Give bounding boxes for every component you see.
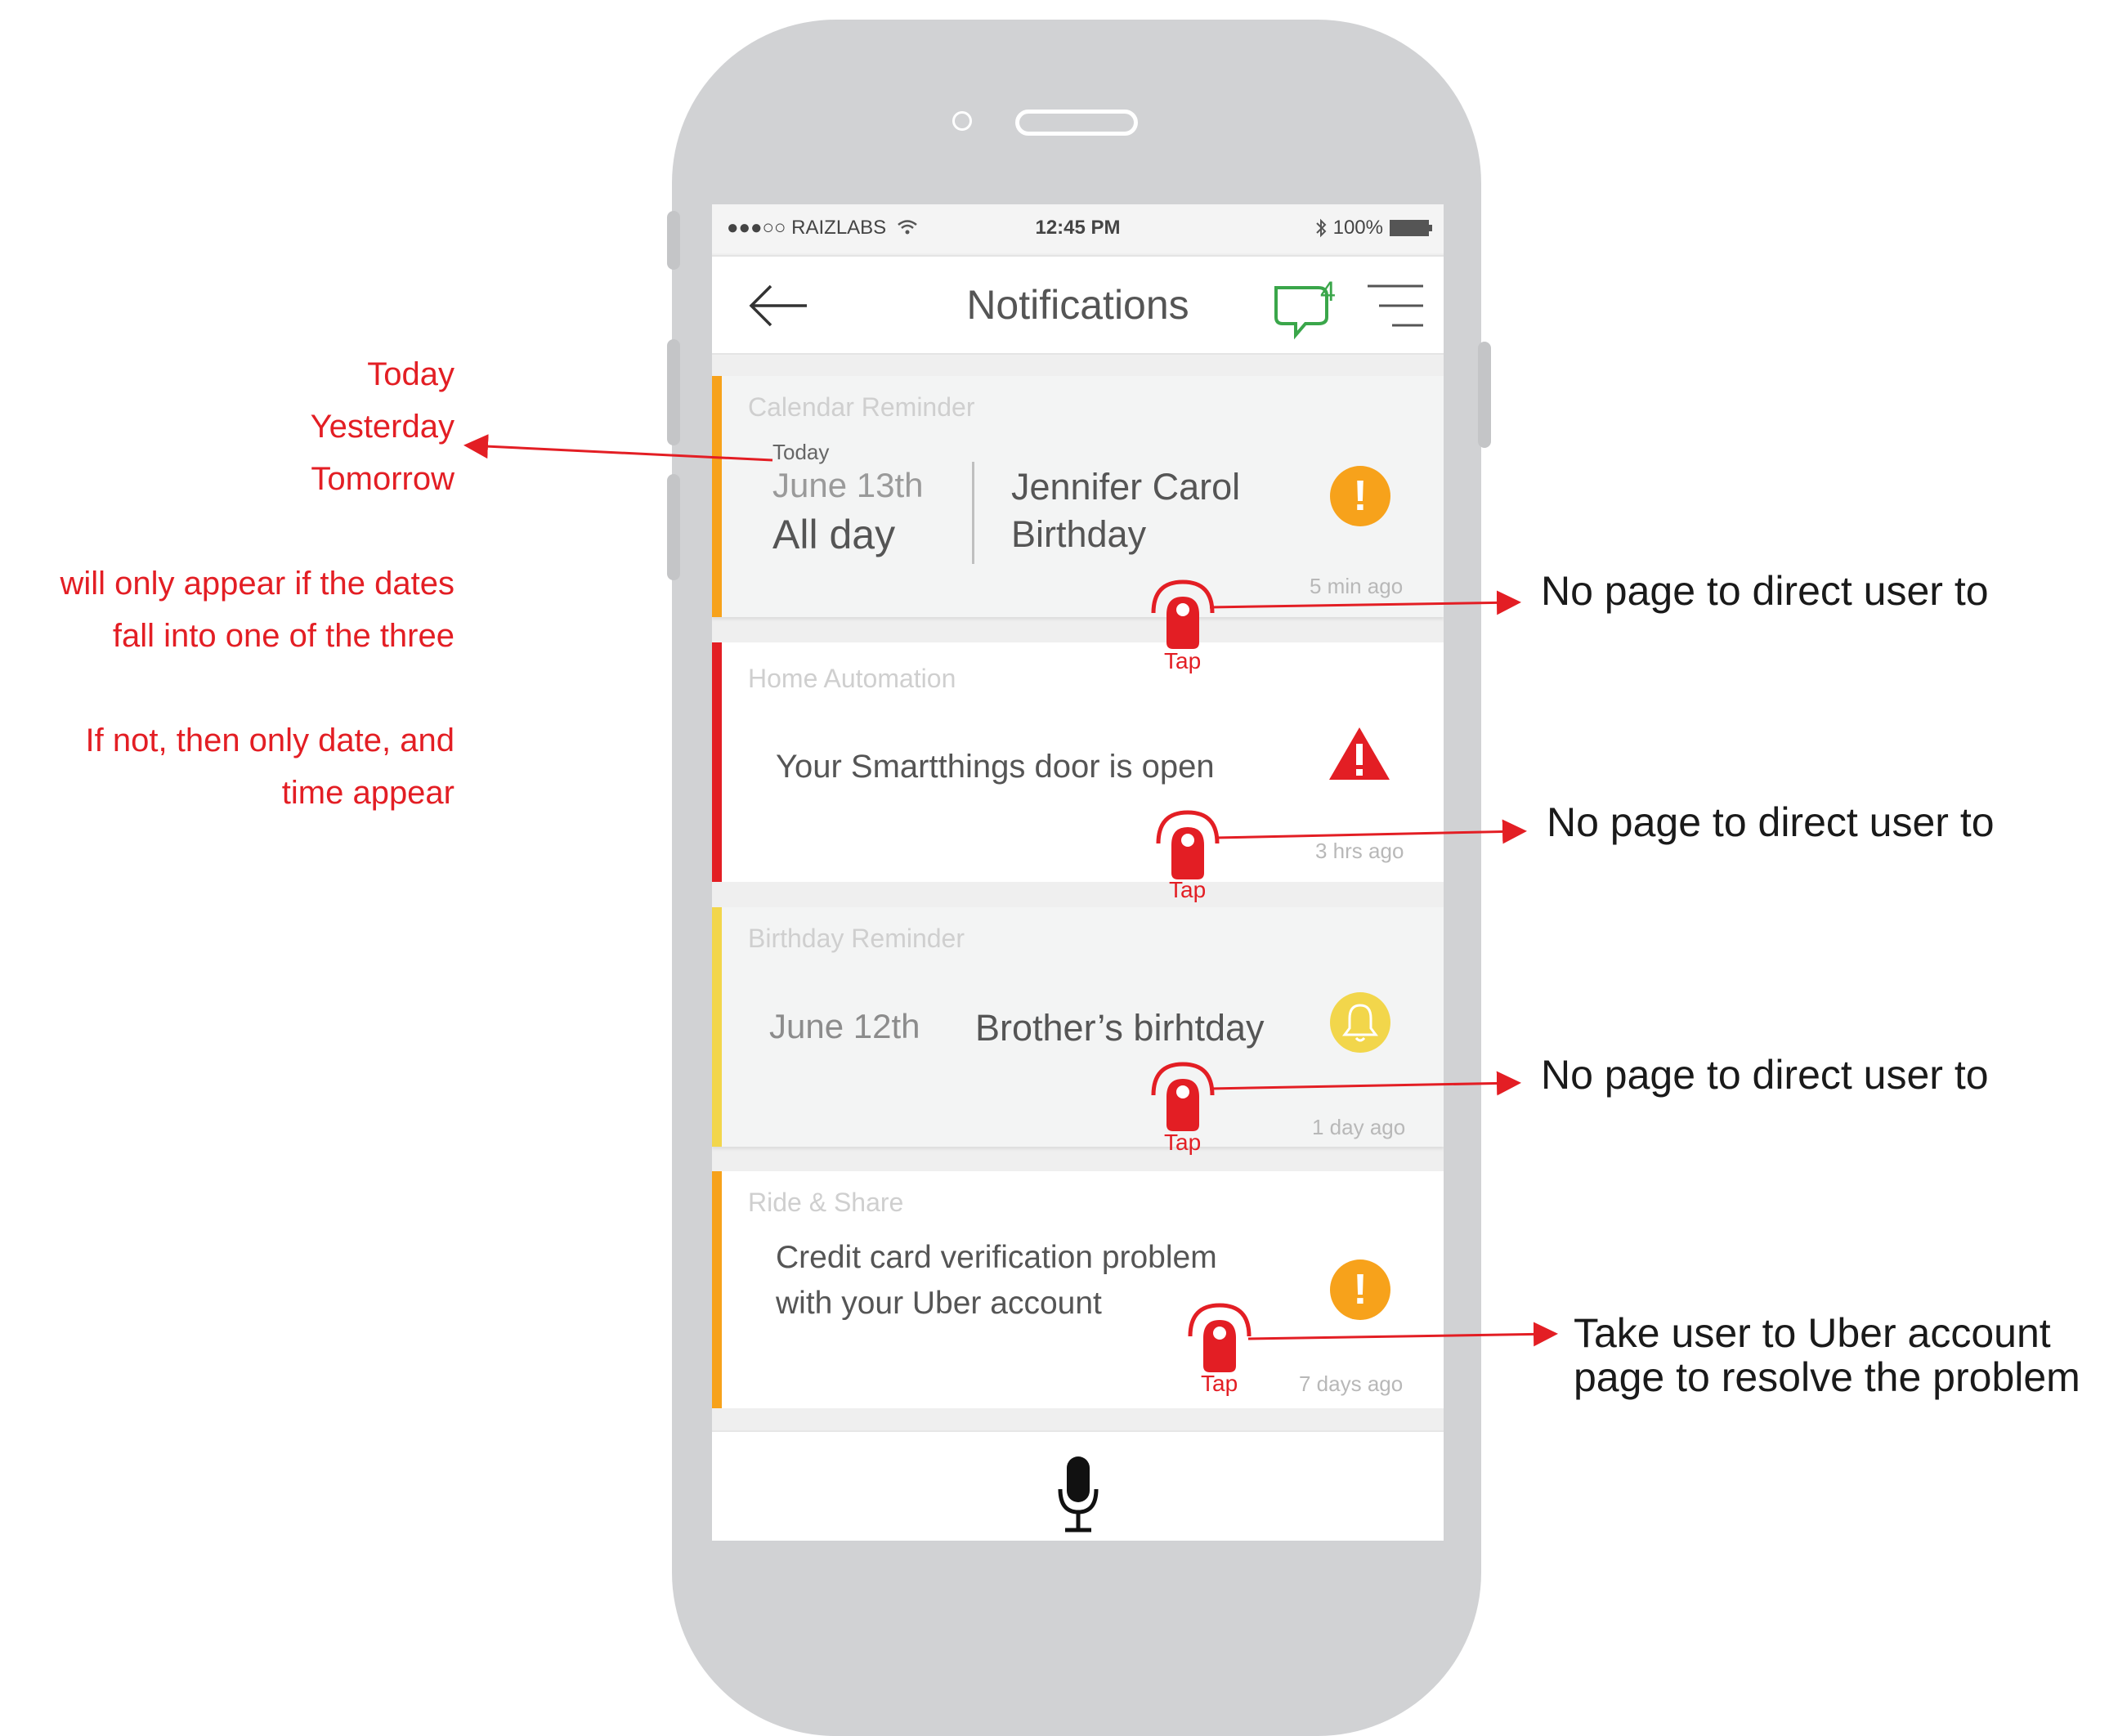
annotation-right-3: No page to direct user to xyxy=(1541,1052,1989,1098)
annotation-today: Today xyxy=(367,356,454,392)
annotation-note-1a: will only appear if the dates xyxy=(60,566,455,602)
arrow-to-right-annotation-4 xyxy=(1247,1322,1558,1347)
annotation-right-4a: Take user to Uber account xyxy=(1574,1310,2051,1356)
arrow-to-right-annotation-1 xyxy=(1209,590,1521,615)
annotation-note-2b: time appear xyxy=(281,775,454,811)
annotation-tomorrow: Tomorrow xyxy=(311,461,454,497)
arrow-to-right-annotation-3 xyxy=(1209,1071,1521,1096)
annotation-right-4b: page to resolve the problem xyxy=(1574,1354,2080,1400)
annotation-right-2: No page to direct user to xyxy=(1547,799,1995,845)
arrow-to-right-annotation-2 xyxy=(1215,819,1527,844)
annotation-yesterday: Yesterday xyxy=(310,409,454,445)
annotation-note-1b: fall into one of the three xyxy=(112,618,454,654)
arrow-to-left-annotation xyxy=(463,434,773,462)
annotation-right-1: No page to direct user to xyxy=(1541,568,1989,614)
annotation-note-2a: If not, then only date, and xyxy=(85,723,454,758)
